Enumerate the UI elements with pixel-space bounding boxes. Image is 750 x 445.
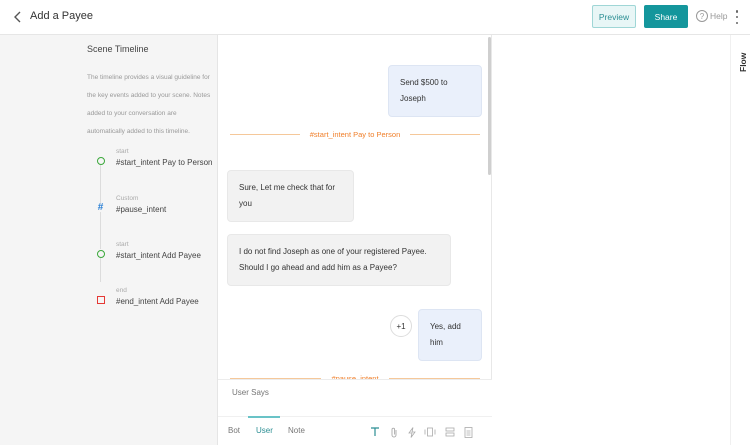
flow-panel-toggle[interactable]: Flow — [738, 53, 748, 72]
scene-timeline-panel: Scene Timeline The timeline provides a v… — [0, 35, 218, 445]
chat-scrollbar[interactable] — [488, 37, 491, 175]
tab-user[interactable]: User — [256, 426, 273, 435]
tab-note[interactable]: Note — [288, 426, 305, 435]
start-marker-icon — [96, 156, 105, 165]
list-template-icon[interactable] — [444, 426, 456, 438]
variant-count-badge[interactable]: +1 — [390, 315, 412, 337]
timeline-description: The timeline provides a visual guideline… — [87, 74, 211, 135]
timeline-item-type: start — [116, 241, 129, 248]
message-composer: Bot User Note — [218, 379, 492, 445]
timeline-item-type: end — [116, 287, 127, 294]
timeline-item-label: #start_intent Add Payee — [116, 251, 201, 260]
user-message[interactable]: Send $500 to Joseph — [388, 65, 482, 117]
speaker-tabs: Bot User Note — [218, 416, 492, 445]
end-marker-icon — [96, 295, 105, 304]
active-tab-indicator — [248, 416, 280, 418]
timeline-item-type: start — [116, 148, 129, 155]
lightning-icon[interactable] — [406, 426, 418, 438]
preview-button[interactable]: Preview — [592, 5, 636, 28]
timeline-heading: Scene Timeline — [87, 44, 149, 54]
document-template-icon[interactable] — [462, 426, 474, 438]
page-title: Add a Payee — [30, 10, 93, 22]
flow-panel-divider — [730, 35, 731, 445]
user-message[interactable]: Yes, add him — [418, 309, 482, 361]
timeline-item-type: Custom — [116, 195, 139, 202]
intent-divider-label: #start_intent Pay to Person — [309, 129, 401, 139]
back-arrow-icon[interactable] — [13, 11, 23, 23]
help-link[interactable]: Help — [710, 11, 727, 21]
bot-message[interactable]: I do not find Joseph as one of your regi… — [227, 234, 451, 286]
intent-divider: #start_intent Pay to Person — [230, 129, 480, 139]
user-says-input[interactable] — [232, 388, 472, 397]
carousel-icon[interactable] — [424, 426, 436, 438]
help-icon[interactable]: ? — [696, 10, 708, 22]
timeline-connector — [100, 157, 101, 282]
more-options-icon[interactable] — [735, 10, 739, 24]
bot-message[interactable]: Sure, Let me check that for you — [227, 170, 354, 222]
attachment-icon[interactable] — [388, 426, 400, 438]
share-button[interactable]: Share — [644, 5, 688, 28]
text-format-icon[interactable] — [369, 426, 381, 438]
conversation-panel: Send $500 to Joseph #start_intent Pay to… — [218, 35, 492, 445]
app-window: Add a Payee Preview Share ? Help Scene T… — [0, 0, 750, 445]
hash-marker-icon: # — [96, 202, 105, 213]
timeline-item-label: #start_intent Pay to Person — [116, 158, 213, 167]
timeline-item-label: #end_intent Add Payee — [116, 297, 199, 306]
timeline-item-label: #pause_intent — [116, 205, 167, 214]
start-marker-icon — [96, 249, 105, 258]
top-bar: Add a Payee Preview Share ? Help — [0, 0, 750, 35]
tab-bot[interactable]: Bot — [228, 426, 240, 435]
